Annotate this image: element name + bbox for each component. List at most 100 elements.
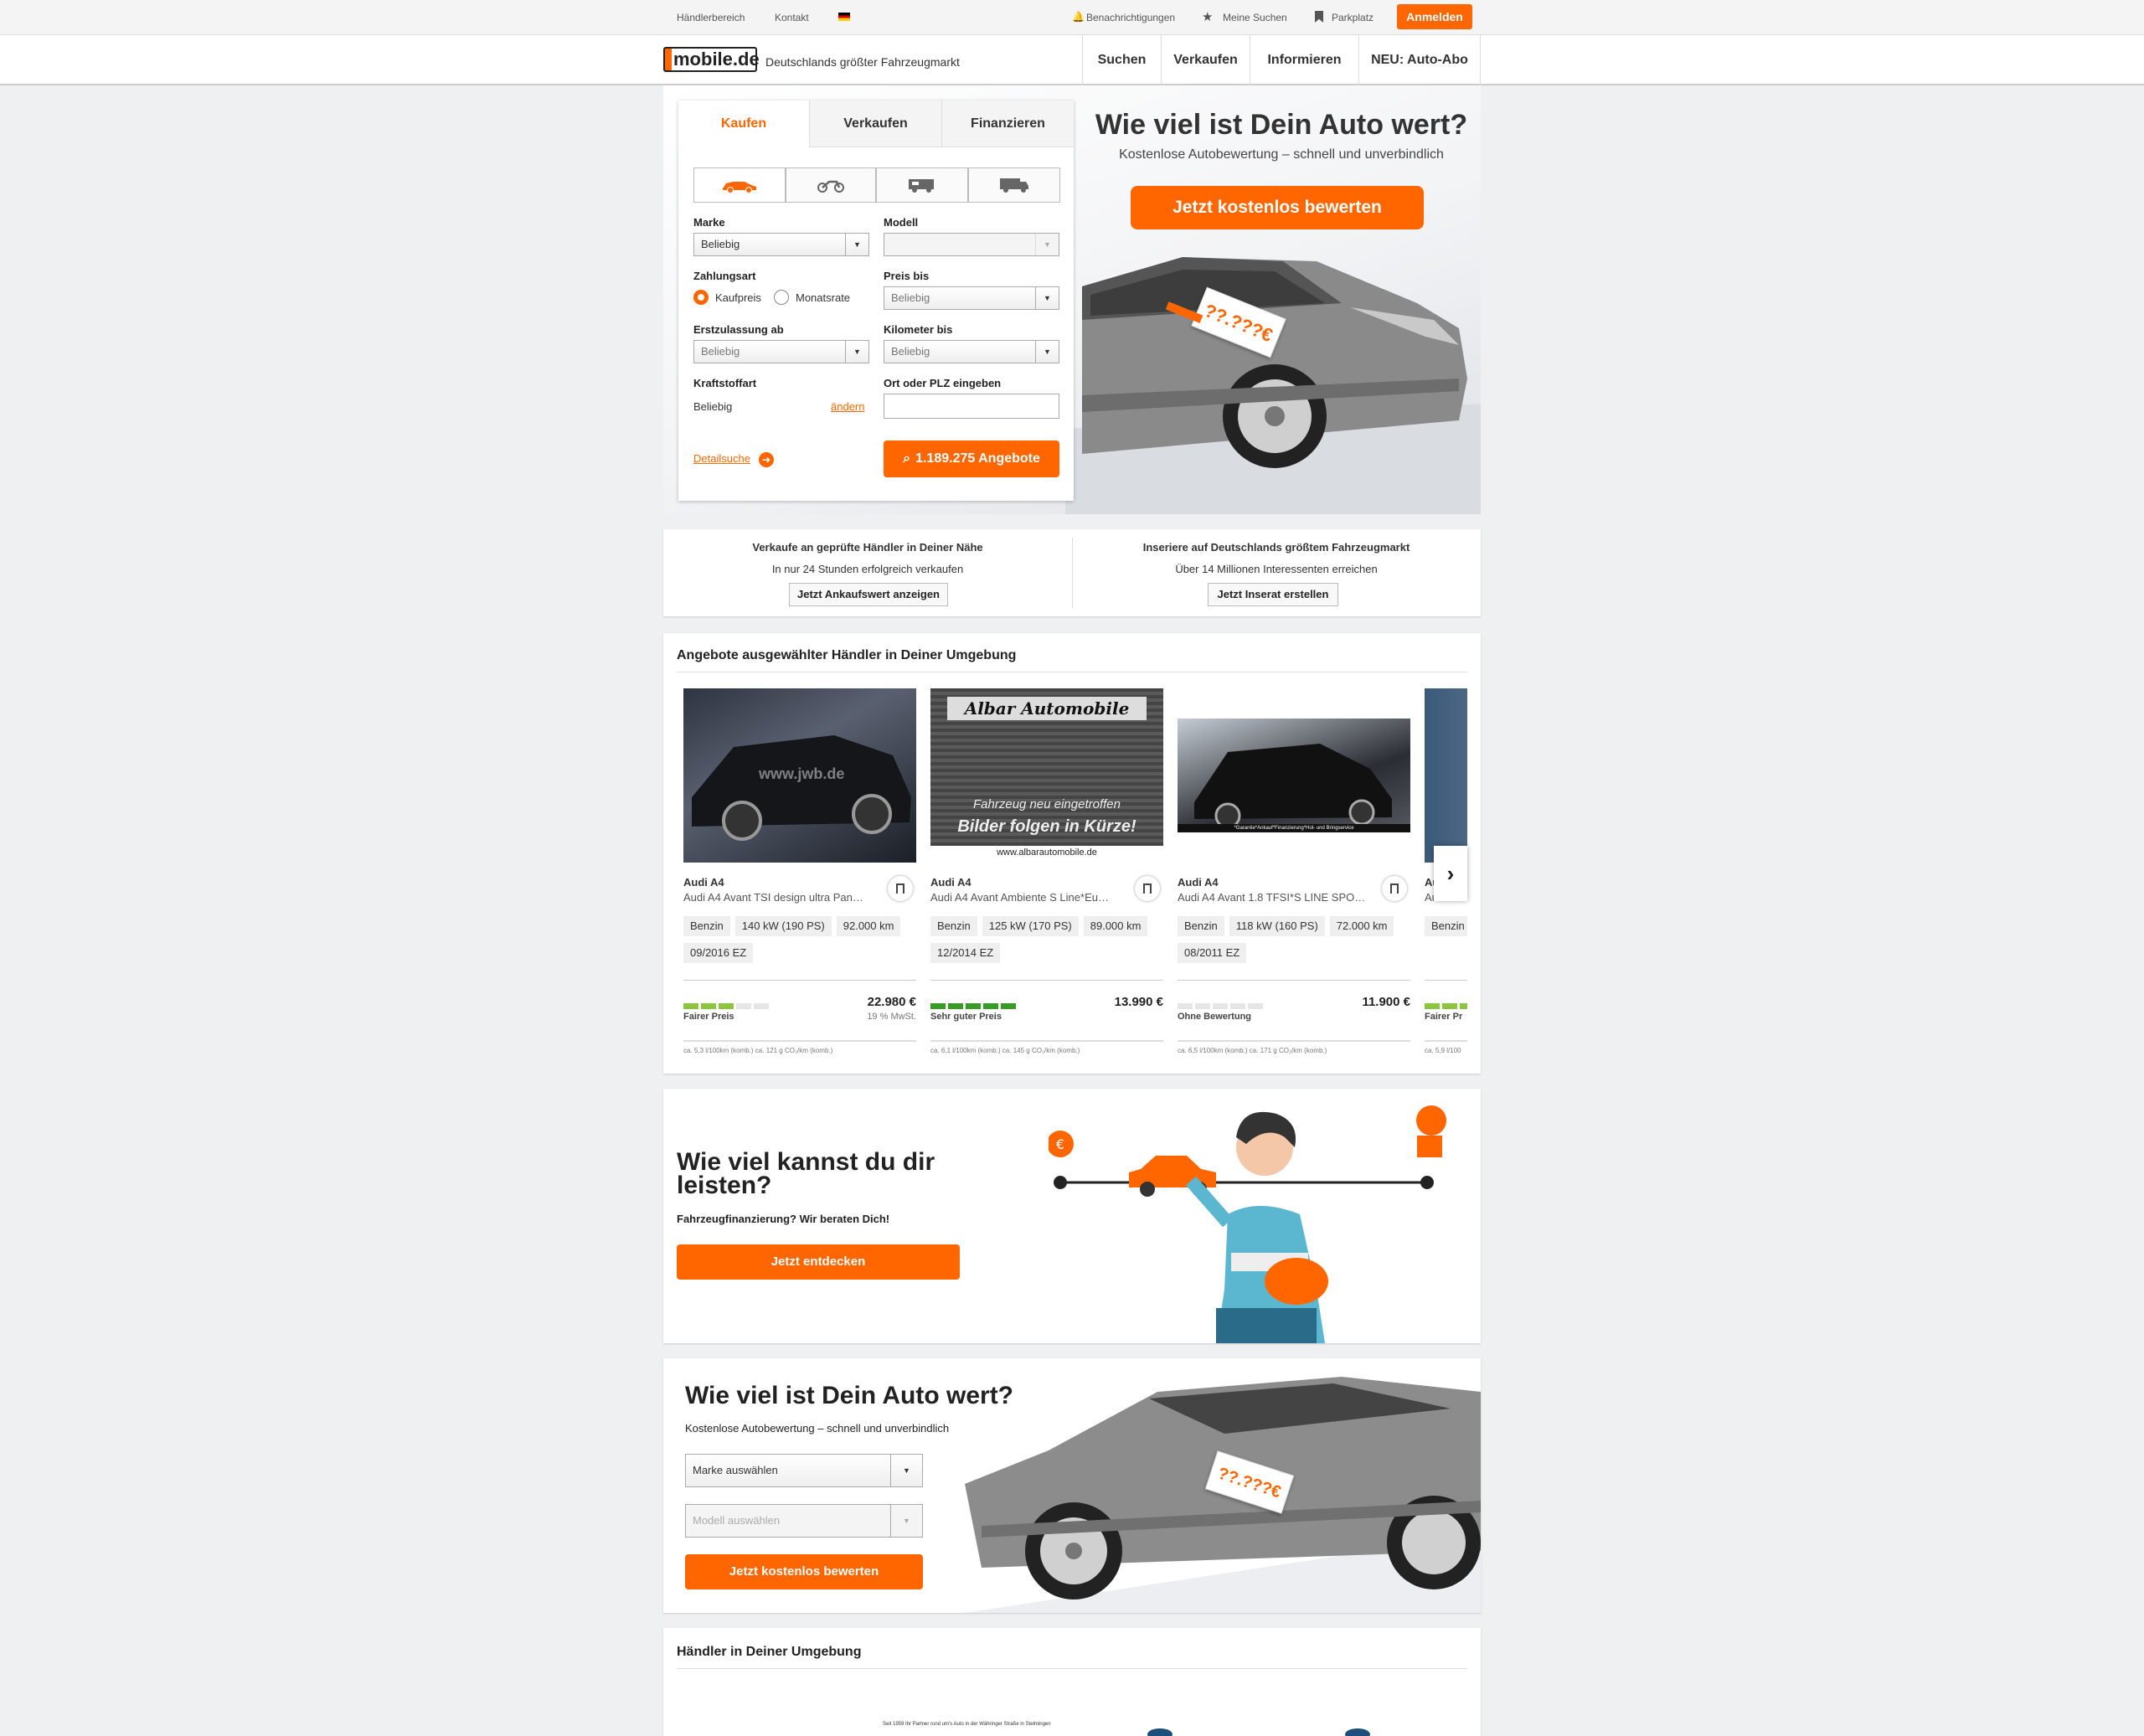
rating-segment: [930, 1003, 946, 1009]
dealer-sign-line2: Bilder folgen in Kürze!: [957, 817, 1136, 836]
kontakt-link[interactable]: Kontakt: [775, 12, 809, 23]
listing-photo[interactable]: www.jwb.de: [683, 688, 916, 863]
hero-bewerten-button[interactable]: Jetzt kostenlos bewerten: [1131, 186, 1424, 229]
marke-select[interactable]: Beliebig ▼: [693, 233, 869, 256]
dealer-sign-url: www.albarautomobile.de: [997, 847, 1097, 858]
nav-verkaufen[interactable]: Verkaufen: [1161, 35, 1250, 85]
listing-subtitle[interactable]: Audi A4 Avant 1.8 TFSI*S LINE SPO…: [1178, 891, 1367, 904]
chevron-down-icon: ▼: [845, 234, 868, 255]
arrow-right-icon[interactable]: ➔: [759, 452, 774, 467]
rating-segment: [1001, 1003, 1016, 1009]
kaufpreis-radio[interactable]: [693, 290, 709, 305]
rating-segment: [736, 1003, 751, 1009]
search-icon: ⌕: [903, 451, 911, 466]
inserat-button[interactable]: Jetzt Inserat erstellen: [1208, 583, 1338, 606]
price-rating-label: Ohne Bewertung: [1178, 1012, 1252, 1022]
finance-entdecken-button[interactable]: Jetzt entdecken: [677, 1244, 960, 1280]
listing-chip: Benzin: [1425, 916, 1467, 936]
modell-select[interactable]: ▼: [884, 233, 1059, 256]
svg-text:€: €: [1056, 1136, 1064, 1152]
modell-auswaehlen-select[interactable]: Modell auswählen ▼: [685, 1504, 923, 1538]
listing-divider-2: [683, 1040, 916, 1042]
listing-photo[interactable]: *Garantie*Ankauf*Finanzierung*Hol- und B…: [1178, 719, 1410, 832]
listing-card[interactable]: www.jwb.de Audi A4 Audi A4 Avant TSI desig…: [683, 688, 918, 1054]
listing-title[interactable]: Audi A4: [930, 876, 972, 889]
detailsuche-link[interactable]: Detailsuche: [693, 452, 750, 465]
vehicle-type-car[interactable]: [693, 167, 786, 203]
haendlerbereich-link[interactable]: Händlerbereich: [677, 12, 745, 23]
angebote-button[interactable]: ⌕ 1.189.275 Angebote: [884, 440, 1059, 477]
ort-input[interactable]: [884, 394, 1059, 419]
listing-divider: [1178, 980, 1410, 981]
marke-label: Marke: [693, 216, 725, 229]
top-utility-bar: Händlerbereich Kontakt 🔔 Benachrichtigun…: [0, 0, 2144, 35]
mobile-de-logo[interactable]: mobile.de: [663, 47, 760, 72]
listing-chip: 12/2014 EZ: [930, 943, 1001, 963]
listing-photo[interactable]: [1425, 688, 1467, 863]
angebote-count: 1.189.275 Angebote: [915, 451, 1040, 466]
value-bewerten-button[interactable]: Jetzt kostenlos bewerten: [685, 1554, 923, 1589]
nav-auto-abo[interactable]: NEU: Auto-Abo: [1358, 35, 1481, 85]
listing-card[interactable]: *Garantie*Ankauf*Finanzierung*Hol- und B…: [1178, 688, 1412, 1054]
preis-label: Preis bis: [884, 270, 930, 282]
listing-divider: [1425, 980, 1467, 981]
tab-verkaufen[interactable]: Verkaufen: [809, 100, 941, 147]
offers-section: Angebote ausgewählter Händler in Deiner …: [663, 633, 1481, 1074]
anmelden-button[interactable]: Anmelden: [1397, 4, 1472, 29]
listing-divider: [930, 980, 1163, 981]
tab-finanzieren[interactable]: Finanzieren: [941, 100, 1074, 147]
carousel-next-button[interactable]: ›: [1434, 846, 1467, 901]
rating-segment: [983, 1003, 998, 1009]
chevron-right-icon: ›: [1446, 861, 1455, 886]
kraftstoff-value: Beliebig: [693, 400, 733, 413]
marke-auswaehlen-value: Marke auswählen: [693, 1464, 778, 1476]
listing-emission: ca. 5,3 l/100km (komb.) ca. 121 g CO₂/km…: [683, 1047, 833, 1054]
listing-divider-2: [930, 1040, 1163, 1042]
sell-left-title: Verkaufe an geprüfte Händler in Deiner N…: [752, 541, 983, 554]
kraftstoff-label: Kraftstoffart: [693, 377, 757, 389]
bookmark-icon: [1390, 883, 1399, 894]
rating-segment: [1460, 1003, 1467, 1009]
listing-subtitle[interactable]: Audi A4 Avant TSI design ultra Pan…: [683, 891, 873, 904]
tab-kaufen[interactable]: Kaufen: [678, 100, 809, 147]
park-listing-button[interactable]: [888, 876, 913, 901]
benachrichtigungen-link[interactable]: Benachrichtigungen: [1086, 12, 1175, 23]
parkplatz-link[interactable]: Parkplatz: [1332, 12, 1374, 23]
listing-photo-caption: *Garantie*Ankauf*Finanzierung*Hol- und B…: [1178, 824, 1410, 832]
meine-suchen-link[interactable]: Meine Suchen: [1223, 12, 1287, 23]
kilometer-select[interactable]: Beliebig ▼: [884, 340, 1059, 363]
ankaufswert-button[interactable]: Jetzt Ankaufswert anzeigen: [789, 583, 948, 606]
hero-subtitle: Kostenlose Autobewertung – schnell und u…: [1119, 147, 1444, 162]
finance-illustration: €: [1049, 1105, 1446, 1343]
listing-chips: Benzin 118 kW (160 PS) 72.000 km 08/2011 EZ: [1178, 916, 1412, 970]
chevron-down-icon: ▼: [890, 1455, 922, 1486]
header-tagline: Deutschlands größter Fahrzeugmarkt: [765, 55, 960, 69]
vehicle-type-truck[interactable]: [968, 167, 1060, 203]
park-listing-button[interactable]: [1382, 876, 1407, 901]
preis-select[interactable]: Beliebig ▼: [884, 286, 1059, 310]
vehicle-type-motorbike[interactable]: [786, 167, 876, 203]
nav-informieren[interactable]: Informieren: [1250, 35, 1358, 85]
park-listing-button[interactable]: [1135, 876, 1160, 901]
finance-title: Wie viel kannst du dir leisten?: [677, 1150, 935, 1198]
listing-title[interactable]: Audi A4: [683, 876, 724, 889]
erstzulassung-select[interactable]: Beliebig ▼: [693, 340, 869, 363]
finance-subtitle: Fahrzeugfinanzierung? Wir beraten Dich!: [677, 1213, 890, 1225]
monatsrate-radio[interactable]: [774, 290, 789, 305]
listing-subtitle[interactable]: Audi A4 Avant Ambiente S Line*Eu…: [930, 891, 1120, 904]
truck-icon: [1000, 178, 1028, 193]
listing-vat: 19 % MwSt.: [867, 1012, 916, 1022]
listing-title[interactable]: Audi A4: [1178, 876, 1219, 889]
aendern-link[interactable]: ändern: [831, 400, 864, 413]
dealer-sign-title: Albar Automobile: [947, 697, 1147, 720]
listing-card[interactable]: Albar Automobile Fahrzeug neu eingetroffe…: [930, 688, 1165, 1054]
marke-auswaehlen-select[interactable]: Marke auswählen ▼: [685, 1454, 923, 1487]
vehicle-type-camper[interactable]: [876, 167, 968, 203]
nav-suchen[interactable]: Suchen: [1082, 35, 1161, 85]
listing-chip: 125 kW (170 PS): [982, 916, 1079, 936]
kilometer-label: Kilometer bis: [884, 323, 953, 336]
kaufpreis-label: Kaufpreis: [715, 291, 761, 304]
preis-value: Beliebig: [891, 291, 930, 304]
german-flag-icon[interactable]: [838, 13, 850, 21]
listing-photo[interactable]: Albar Automobile Fahrzeug neu eingetroffe…: [930, 688, 1163, 846]
